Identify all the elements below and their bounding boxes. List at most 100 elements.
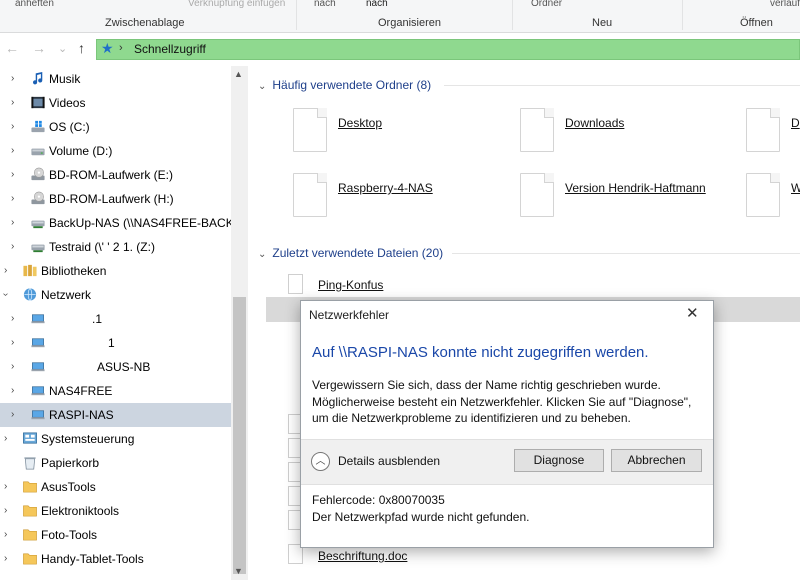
tree-item-netzwerk[interactable]: › Netzwerk bbox=[0, 283, 231, 307]
tree-item-foto-tools[interactable]: › Foto-Tools bbox=[0, 523, 231, 547]
disc-drive-icon bbox=[31, 191, 45, 205]
tree-item-nas4free[interactable]: › NAS4FREE bbox=[0, 379, 231, 403]
expand-chevron-icon[interactable]: › bbox=[11, 169, 14, 180]
folder-tile-raspberry-4-nas[interactable]: Raspberry-4-NAS bbox=[338, 181, 433, 195]
tree-item-network-pc-1[interactable]: › .1 bbox=[0, 307, 231, 331]
section-divider bbox=[452, 253, 800, 254]
expand-chevron-icon[interactable]: › bbox=[4, 433, 7, 444]
details-toggle[interactable]: Details ausblenden bbox=[338, 454, 440, 468]
tree-item-label: Netzwerk bbox=[41, 288, 92, 302]
network-drive-icon bbox=[31, 244, 45, 253]
expand-chevron-icon[interactable]: › bbox=[11, 313, 14, 324]
forward-arrow-icon[interactable]: → bbox=[32, 40, 46, 56]
tree-item-asus-nb[interactable]: › ASUS-NB bbox=[0, 355, 231, 379]
tree-item-backup-nas[interactable]: › BackUp-NAS (\\NAS4FREE-BACKU bbox=[0, 211, 231, 235]
tree-item-label: .1 bbox=[92, 312, 103, 326]
expand-chevron-icon[interactable]: › bbox=[11, 217, 14, 228]
close-icon[interactable]: ✕ bbox=[686, 304, 699, 322]
expand-chevron-icon[interactable]: › bbox=[11, 409, 14, 420]
expand-chevron-icon[interactable]: › bbox=[4, 529, 7, 540]
recent-files-header[interactable]: ⌄ Zuletzt verwendete Dateien (20) bbox=[258, 246, 443, 260]
scroll-up-arrow-icon[interactable]: ▲ bbox=[234, 69, 243, 79]
back-arrow-icon[interactable]: ← bbox=[5, 40, 19, 56]
tree-item-videos[interactable]: › Videos bbox=[0, 91, 231, 115]
expand-chevron-icon[interactable]: › bbox=[4, 265, 7, 276]
folder-tile-downloads[interactable]: Downloads bbox=[565, 116, 624, 130]
tree-item-bibliotheken[interactable]: › Bibliotheken bbox=[0, 259, 231, 283]
ribbon-move-to-label[interactable]: nach bbox=[314, 0, 336, 9]
tree-item-network-pc-2[interactable]: › 1 bbox=[0, 331, 231, 355]
folder-tile-partial-2[interactable]: W bbox=[791, 181, 800, 195]
breadcrumb-location[interactable]: Schnellzugriff bbox=[134, 42, 206, 56]
recent-locations-chevron-icon[interactable]: ⌄ bbox=[58, 42, 67, 55]
folder-tile-icon[interactable] bbox=[520, 173, 554, 217]
tree-item-papierkorb[interactable]: Papierkorb bbox=[0, 451, 231, 475]
navigation-pane: › Musik › Videos › OS (C:) › Volume (D:)… bbox=[0, 66, 231, 580]
frequent-folders-header[interactable]: ⌄ Häufig verwendete Ordner (8) bbox=[258, 78, 431, 92]
scrollbar-thumb[interactable] bbox=[233, 297, 246, 574]
expand-chevron-icon[interactable]: › bbox=[4, 505, 7, 516]
expand-chevron-icon[interactable]: › bbox=[4, 553, 7, 564]
computer-icon bbox=[31, 338, 45, 348]
ribbon-copy-to-label[interactable]: nach bbox=[366, 0, 388, 9]
collapse-chevron-icon[interactable]: › bbox=[0, 293, 11, 296]
tree-item-volume-d[interactable]: › Volume (D:) bbox=[0, 139, 231, 163]
tree-item-raspi-nas[interactable]: › RASPI-NAS bbox=[0, 403, 231, 427]
up-arrow-icon[interactable]: ↑ bbox=[78, 40, 85, 56]
dialog-button-bar: ︿ Details ausblenden Diagnose Abbrechen bbox=[301, 439, 713, 485]
expand-chevron-icon[interactable]: › bbox=[11, 145, 14, 156]
computer-icon bbox=[31, 362, 45, 372]
tree-item-bd-rom-e[interactable]: › BD-ROM-Laufwerk (E:) bbox=[0, 163, 231, 187]
tree-item-musik[interactable]: › Musik bbox=[0, 67, 231, 91]
expand-chevron-icon[interactable]: › bbox=[4, 481, 7, 492]
tree-item-asustools[interactable]: › AsusTools bbox=[0, 475, 231, 499]
tree-item-os-c[interactable]: › OS (C:) bbox=[0, 115, 231, 139]
tree-item-label: Handy-Tablet-Tools bbox=[41, 552, 144, 566]
navigation-scrollbar[interactable]: ▲ ▼ bbox=[231, 66, 248, 580]
chevron-up-icon[interactable]: ︿ bbox=[311, 452, 330, 471]
tree-item-label: OS (C:) bbox=[49, 120, 90, 134]
scroll-down-arrow-icon[interactable]: ▼ bbox=[234, 566, 243, 576]
expand-chevron-icon[interactable]: › bbox=[11, 385, 14, 396]
cancel-button[interactable]: Abbrechen bbox=[611, 449, 702, 472]
ribbon-new-folder-label[interactable]: Ordner bbox=[531, 0, 562, 9]
tree-item-label: AsusTools bbox=[41, 480, 96, 494]
section-collapse-chevron-icon[interactable]: ⌄ bbox=[258, 249, 266, 260]
control-panel-icon bbox=[23, 432, 37, 444]
expand-chevron-icon[interactable]: › bbox=[11, 337, 14, 348]
ribbon-group-open: Öffnen bbox=[740, 17, 773, 29]
expand-chevron-icon[interactable]: › bbox=[11, 73, 14, 84]
ribbon-pin-label[interactable]: anheften bbox=[15, 0, 54, 9]
network-icon bbox=[23, 288, 37, 301]
dialog-message: Vergewissern Sie sich, dass der Name ric… bbox=[312, 377, 702, 427]
expand-chevron-icon[interactable]: › bbox=[11, 361, 14, 372]
tree-item-bd-rom-h[interactable]: › BD-ROM-Laufwerk (H:) bbox=[0, 187, 231, 211]
expand-chevron-icon[interactable]: › bbox=[11, 241, 14, 252]
tree-item-elektroniktools[interactable]: › Elektroniktools bbox=[0, 499, 231, 523]
expand-chevron-icon[interactable]: › bbox=[11, 97, 14, 108]
folder-tile-icon[interactable] bbox=[746, 108, 780, 152]
tree-item-label: Bibliotheken bbox=[41, 264, 107, 278]
section-collapse-chevron-icon[interactable]: ⌄ bbox=[258, 81, 266, 92]
expand-chevron-icon[interactable]: › bbox=[11, 121, 14, 132]
recent-file-beschriftung[interactable]: Beschriftung.doc bbox=[318, 549, 407, 563]
folder-tile-icon[interactable] bbox=[520, 108, 554, 152]
folder-tile-desktop[interactable]: Desktop bbox=[338, 116, 382, 130]
folder-tile-version-hendrik-haftmann[interactable]: Version Hendrik-Haftmann bbox=[565, 181, 706, 195]
folder-tile-partial-1[interactable]: D bbox=[791, 116, 800, 130]
ribbon-paste-shortcut-label[interactable]: Verknüpfung einfügen bbox=[188, 0, 285, 9]
folder-tile-icon[interactable] bbox=[293, 173, 327, 217]
tree-item-label: ASUS-NB bbox=[97, 360, 151, 374]
address-bar[interactable]: ★ › Schnellzugriff bbox=[96, 39, 800, 60]
tree-item-handy-tablet-tools[interactable]: › Handy-Tablet-Tools bbox=[0, 547, 231, 571]
diagnose-button[interactable]: Diagnose bbox=[514, 449, 604, 472]
folder-tile-icon[interactable] bbox=[746, 173, 780, 217]
tree-item-testraid[interactable]: › Testraid (\' ' 2 1. (Z:) bbox=[0, 235, 231, 259]
folder-tile-icon[interactable] bbox=[293, 108, 327, 152]
ribbon-history-label[interactable]: verlauf bbox=[770, 0, 800, 9]
expand-chevron-icon[interactable]: › bbox=[11, 193, 14, 204]
breadcrumb-chevron-icon[interactable]: › bbox=[119, 42, 123, 54]
tree-item-systemsteuerung[interactable]: › Systemsteuerung bbox=[0, 427, 231, 451]
recent-file-ping-konfus[interactable]: Ping-Konfus bbox=[318, 278, 383, 292]
drive-icon bbox=[31, 148, 45, 156]
